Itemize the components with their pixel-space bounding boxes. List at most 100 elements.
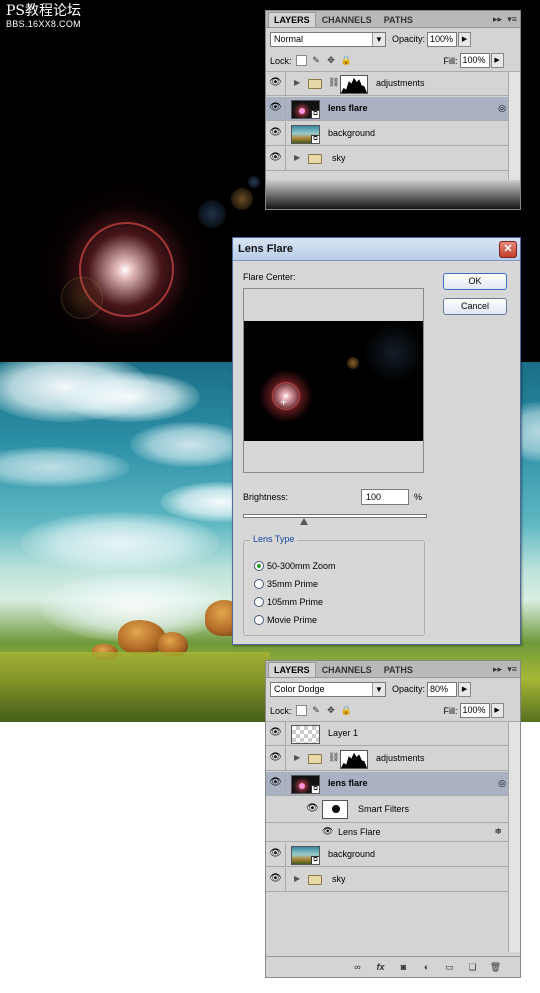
lock-move-icon[interactable]: ✥	[326, 705, 337, 716]
trash-icon[interactable]: 🗑	[489, 962, 502, 973]
blend-mode-select[interactable]: Color Dodge ▼	[270, 681, 386, 697]
layer-row-sky[interactable]: 👁 ▶ sky	[266, 868, 510, 892]
adjustment-layer-icon[interactable]: ◐	[420, 962, 433, 973]
lock-brush-icon[interactable]: ✎	[311, 55, 322, 66]
fill-slider-button[interactable]: ▶	[490, 703, 504, 718]
layer-row-adjustments[interactable]: 👁 ▶ ⛓ adjustments	[266, 747, 510, 771]
radio-movie-prime[interactable]: Movie Prime	[254, 615, 317, 625]
flare-orb	[248, 176, 260, 188]
dialog-title: Lens Flare	[233, 238, 520, 261]
layer-name: background	[328, 128, 376, 138]
lock-label: Lock:	[270, 55, 292, 66]
tab-channels[interactable]: CHANNELS	[316, 12, 378, 27]
layer-name: sky	[332, 153, 346, 163]
fill-input[interactable]: 100%	[459, 703, 490, 718]
eye-icon[interactable]: 👁	[322, 826, 333, 837]
collapse-icon[interactable]: ▸▸	[493, 13, 502, 25]
crosshair-icon[interactable]: +	[280, 396, 287, 408]
layer-row-sky[interactable]: 👁 ▶ sky	[266, 147, 510, 171]
brightness-input[interactable]: 100	[361, 489, 409, 505]
new-layer-icon[interactable]: ❏	[466, 962, 479, 973]
eye-icon[interactable]: 👁	[266, 72, 286, 95]
brightness-slider-thumb[interactable]	[299, 518, 308, 525]
layer-row-smart-filters[interactable]: 👁 Smart Filters	[266, 797, 510, 823]
layer-row-lens-flare-filter[interactable]: 👁 Lens Flare ≑	[266, 824, 510, 842]
lock-brush-icon[interactable]: ✎	[311, 705, 322, 716]
opacity-input[interactable]: 100%	[427, 31, 458, 47]
panel-menu-icon[interactable]: ▾≡	[507, 13, 517, 25]
layer-row-adjustments[interactable]: 👁 ▶ ⛓ adjustments	[266, 72, 510, 96]
opacity-input[interactable]: 80%	[427, 681, 458, 697]
lock-transparent-icon[interactable]	[295, 705, 307, 716]
tab-paths[interactable]: PATHS	[378, 662, 419, 677]
radio-label: 35mm Prime	[267, 579, 319, 589]
filter-mask-thumbnail[interactable]	[322, 800, 348, 819]
scrollbar[interactable]	[508, 72, 520, 180]
radio-label: 105mm Prime	[267, 597, 324, 607]
eye-icon[interactable]: 👁	[266, 747, 286, 770]
layer-thumbnail	[291, 725, 320, 744]
opacity-slider-button[interactable]: ▶	[458, 31, 472, 47]
opacity-slider-button[interactable]: ▶	[458, 681, 472, 697]
collapse-icon[interactable]: ▸▸	[493, 663, 502, 675]
eye-icon[interactable]: 👁	[266, 97, 286, 120]
tab-paths[interactable]: PATHS	[378, 12, 419, 27]
filter-options-icon[interactable]: ≑	[494, 826, 502, 837]
layer-style-icon[interactable]: fx	[374, 962, 387, 973]
ok-button[interactable]: OK	[443, 273, 507, 290]
panel-tabs: LAYERS CHANNELS PATHS ▸▸ ▾≡	[266, 661, 520, 678]
radio-35mm-prime[interactable]: 35mm Prime	[254, 579, 318, 589]
expand-arrow-icon[interactable]: ▶	[294, 153, 300, 162]
add-mask-icon[interactable]: ◙	[397, 962, 410, 973]
eye-icon[interactable]: 👁	[266, 722, 286, 745]
new-group-icon[interactable]: ▭	[443, 962, 456, 973]
eye-icon[interactable]: 👁	[266, 868, 286, 891]
fill-input[interactable]: 100%	[459, 53, 490, 68]
eye-icon[interactable]: 👁	[266, 147, 286, 170]
percent-label: %	[414, 492, 423, 502]
flare-preview[interactable]: +	[243, 288, 424, 473]
scrollbar[interactable]	[508, 722, 520, 952]
smart-object-icon: ⧉	[311, 110, 319, 118]
link-layers-icon[interactable]: ∞	[351, 962, 364, 973]
layer-mask-thumbnail[interactable]	[340, 750, 368, 769]
layer-row-lens-flare[interactable]: 👁 ⧉ lens flare ◎	[266, 97, 510, 121]
layer-row-lens-flare[interactable]: 👁 ⧉ lens flare ◎	[266, 772, 510, 796]
preview-image[interactable]: +	[244, 321, 423, 441]
layer-row-background[interactable]: 👁 ⧉ background	[266, 843, 510, 867]
cancel-button[interactable]: Cancel	[443, 298, 507, 315]
layer-row-layer-1[interactable]: 👁 Layer 1	[266, 722, 510, 746]
layer-thumbnail: ⧉	[291, 775, 320, 794]
fill-slider-button[interactable]: ▶	[490, 53, 504, 68]
layer-mask-thumbnail[interactable]	[340, 75, 368, 94]
tab-layers[interactable]: LAYERS	[268, 662, 316, 677]
close-button[interactable]: ✕	[499, 241, 517, 258]
radio-50-300mm-zoom[interactable]: 50-300mm Zoom	[254, 561, 336, 571]
lock-transparent-icon[interactable]	[295, 55, 307, 66]
lock-all-icon[interactable]: 🔒	[341, 705, 352, 716]
brightness-slider[interactable]	[243, 514, 427, 518]
expand-arrow-icon[interactable]: ▶	[294, 78, 300, 87]
chevron-down-icon: ▼	[372, 682, 385, 696]
expand-arrow-icon[interactable]: ▶	[294, 753, 300, 762]
blend-mode-value: Color Dodge	[274, 683, 325, 694]
smart-object-icon: ⧉	[311, 135, 319, 143]
tab-layers[interactable]: LAYERS	[268, 12, 316, 27]
lock-all-icon[interactable]: 🔒	[341, 55, 352, 66]
smart-filter-icon[interactable]: ◎	[498, 778, 506, 789]
fill-label: Fill:	[443, 55, 458, 66]
layer-row-background[interactable]: 👁 ⧉ background	[266, 122, 510, 146]
blend-mode-select[interactable]: Normal ▼	[270, 31, 386, 47]
eye-icon[interactable]: 👁	[266, 843, 286, 866]
eye-icon[interactable]: 👁	[306, 803, 319, 814]
flare-orb	[231, 188, 253, 210]
expand-arrow-icon[interactable]: ▶	[294, 874, 300, 883]
eye-icon[interactable]: 👁	[266, 122, 286, 145]
lock-move-icon[interactable]: ✥	[326, 55, 337, 66]
eye-icon[interactable]: 👁	[266, 772, 286, 795]
smart-filter-icon[interactable]: ◎	[498, 103, 506, 114]
radio-105mm-prime[interactable]: 105mm Prime	[254, 597, 323, 607]
folder-icon	[308, 754, 322, 764]
panel-menu-icon[interactable]: ▾≡	[507, 663, 517, 675]
tab-channels[interactable]: CHANNELS	[316, 662, 378, 677]
